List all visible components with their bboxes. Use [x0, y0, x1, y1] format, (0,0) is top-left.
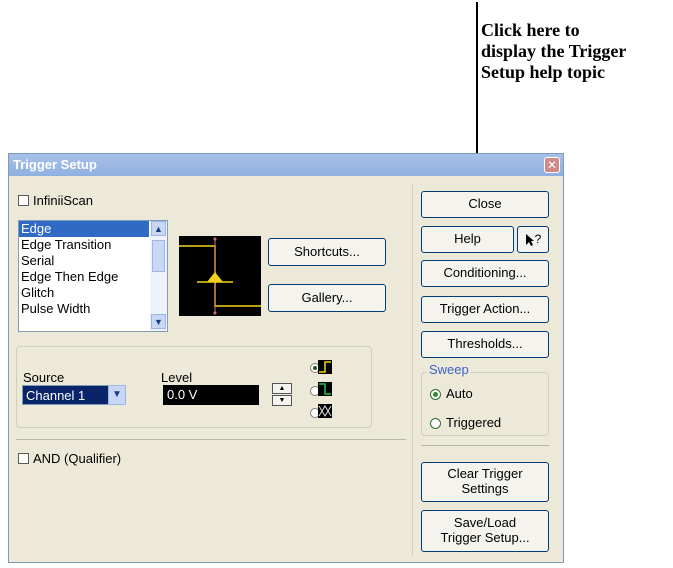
- list-scrollbar[interactable]: ▲ ▼: [150, 221, 167, 331]
- conditioning-button[interactable]: Conditioning...: [421, 260, 549, 287]
- divider: [421, 445, 549, 446]
- list-item[interactable]: Edge Then Edge: [19, 269, 167, 285]
- button-line: Save/Load: [453, 515, 517, 531]
- falling-edge-icon: [318, 382, 332, 396]
- level-spinner[interactable]: ▲ ▼: [272, 383, 292, 407]
- button-line: Trigger Setup...: [440, 530, 530, 545]
- rising-edge-icon: [318, 360, 332, 374]
- checkbox-icon: [18, 195, 29, 206]
- callout-line: Click here to: [481, 20, 580, 40]
- thresholds-button[interactable]: Thresholds...: [421, 331, 549, 358]
- list-item[interactable]: Edge: [19, 221, 149, 237]
- either-edge-icon: [318, 404, 332, 418]
- callout-line: Setup help topic: [481, 62, 606, 82]
- window-title: Trigger Setup: [13, 157, 97, 172]
- scroll-down-icon[interactable]: ▼: [151, 314, 166, 329]
- source-select[interactable]: Channel 1 ▼: [22, 385, 126, 405]
- shortcuts-button[interactable]: Shortcuts...: [268, 238, 386, 266]
- list-item[interactable]: Pulse Width: [19, 301, 167, 317]
- sweep-label: Sweep: [427, 362, 471, 377]
- scroll-up-icon[interactable]: ▲: [151, 221, 166, 236]
- trigger-type-list[interactable]: Edge Edge Transition Serial Edge Then Ed…: [18, 220, 168, 332]
- button-line: Clear Trigger: [447, 466, 523, 482]
- scroll-thumb[interactable]: [152, 240, 165, 272]
- infiniiscan-checkbox[interactable]: InfiniiScan: [18, 193, 93, 208]
- list-item[interactable]: Glitch: [19, 285, 167, 301]
- save-load-trigger-setup-button[interactable]: Save/Load Trigger Setup...: [421, 510, 549, 552]
- qualifier-label: AND (Qualifier): [33, 451, 122, 466]
- close-button[interactable]: Close: [421, 191, 549, 218]
- window-close-icon[interactable]: ✕: [544, 157, 560, 173]
- chevron-down-icon[interactable]: ▼: [108, 385, 126, 405]
- sweep-triggered-label: Triggered: [446, 415, 502, 430]
- gallery-button[interactable]: Gallery...: [268, 284, 386, 312]
- level-input[interactable]: 0.0 V: [163, 385, 259, 405]
- sweep-auto-label: Auto: [446, 386, 473, 401]
- callout-line: display the Trigger: [481, 41, 627, 61]
- whats-this-button[interactable]: ?: [517, 226, 549, 253]
- divider: [16, 439, 406, 440]
- checkbox-icon: [18, 453, 29, 464]
- clear-trigger-settings-button[interactable]: Clear Trigger Settings: [421, 462, 549, 502]
- source-label: Source: [23, 370, 65, 385]
- sweep-triggered-radio[interactable]: [430, 418, 441, 429]
- title-bar: Trigger Setup ✕: [9, 154, 563, 176]
- sweep-auto-radio[interactable]: [430, 389, 441, 400]
- infiniiscan-label: InfiniiScan: [33, 193, 93, 208]
- edge-preview-icon: [179, 236, 261, 316]
- level-label: Level: [161, 370, 193, 385]
- source-value: Channel 1: [26, 388, 86, 403]
- trigger-action-button[interactable]: Trigger Action...: [421, 296, 549, 323]
- help-callout: Click here to display the Trigger Setup …: [481, 20, 671, 83]
- help-button[interactable]: Help: [421, 226, 514, 253]
- right-panel-divider: [412, 184, 413, 556]
- cursor-question-icon: ?: [525, 232, 541, 247]
- list-item[interactable]: Edge Transition: [19, 237, 167, 253]
- list-item[interactable]: Serial: [19, 253, 167, 269]
- spin-up-icon[interactable]: ▲: [272, 383, 292, 394]
- button-line: Settings: [461, 481, 509, 496]
- spin-down-icon[interactable]: ▼: [272, 395, 292, 406]
- qualifier-checkbox[interactable]: AND (Qualifier): [18, 451, 121, 466]
